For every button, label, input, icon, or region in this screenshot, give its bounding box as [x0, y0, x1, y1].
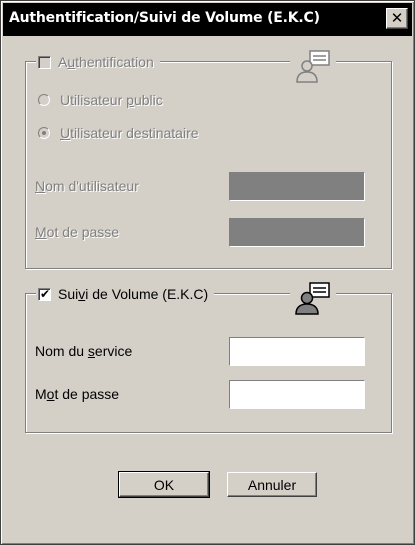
volume-password-label: Mot de passe [35, 386, 120, 402]
volume-password-input[interactable] [230, 381, 364, 408]
title-bar[interactable]: Authentification/Suivi de Volume (E.K.C)… [3, 3, 412, 36]
close-icon: ✕ [390, 9, 404, 27]
service-name-label: Nom du service [35, 343, 133, 359]
volume-password-field[interactable] [229, 380, 365, 409]
auth-password-field[interactable] [229, 218, 365, 247]
volume-tracking-checkbox[interactable]: ✔ [38, 286, 51, 301]
user-card-icon [290, 282, 336, 321]
username-field[interactable] [229, 172, 365, 201]
dialog-window: Authentification/Suivi de Volume (E.K.C)… [0, 0, 415, 545]
username-label: Nom d'utilisateur [35, 178, 139, 194]
authentication-checkbox[interactable] [38, 55, 51, 69]
close-button[interactable]: ✕ [386, 8, 408, 29]
service-name-field[interactable] [229, 337, 365, 366]
volume-tracking-group: ✔ Suivi de Volume (E.K.C) Nom du service… [25, 282, 392, 433]
checkmark-icon: ✔ [40, 286, 51, 301]
radio-recipient-user-button[interactable] [38, 127, 50, 139]
auth-password-input[interactable] [230, 219, 364, 246]
radio-public-user-label: Utilisateur public [60, 92, 163, 108]
authentication-checkbox-row[interactable]: Authentification [36, 53, 160, 71]
ok-button[interactable]: OK [118, 471, 210, 498]
authentication-group: Authentification Utilisateur public Util… [25, 50, 392, 269]
volume-tracking-checkbox-row[interactable]: ✔ Suivi de Volume (E.K.C) [36, 285, 215, 303]
window-title: Authentification/Suivi de Volume (E.K.C) [9, 10, 320, 26]
username-input[interactable] [230, 173, 364, 200]
radio-public-user[interactable]: Utilisateur public [38, 92, 163, 108]
auth-password-label: Mot de passe [35, 224, 120, 240]
user-card-icon [290, 50, 336, 89]
radio-public-user-button[interactable] [38, 94, 50, 106]
volume-tracking-checkbox-label: Suivi de Volume (E.K.C) [58, 286, 209, 302]
service-name-input[interactable] [230, 338, 364, 365]
radio-recipient-user[interactable]: Utilisateur destinataire [38, 125, 199, 141]
cancel-button[interactable]: Annuler [227, 472, 317, 497]
authentication-checkbox-label: Authentification [58, 54, 154, 70]
radio-recipient-user-label: Utilisateur destinataire [60, 125, 199, 141]
